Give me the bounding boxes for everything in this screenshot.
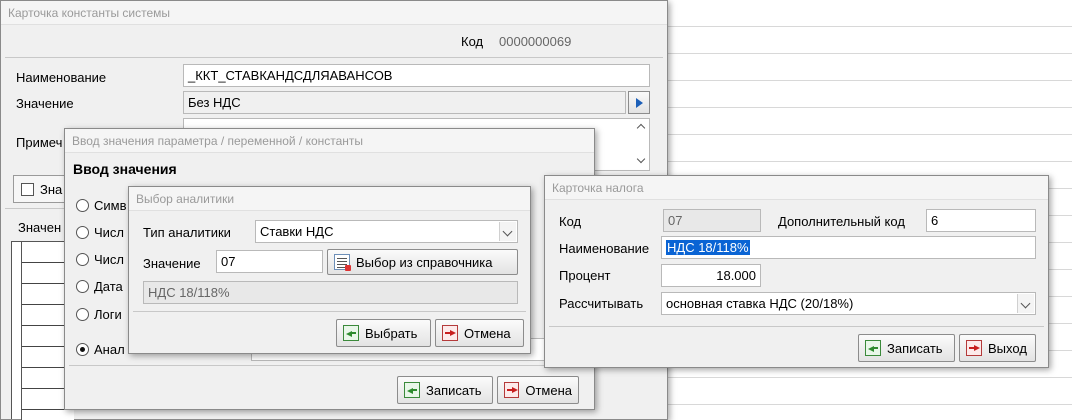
tax-save-button[interactable]: Записать	[858, 334, 955, 362]
tax-name-selected-text: НДС 18/118%	[666, 240, 750, 255]
tax-code-field: 07	[663, 209, 761, 232]
radio-option-1-label: Симв	[94, 198, 127, 213]
tax-card-title: Карточка налога	[545, 176, 1048, 200]
chevron-down-icon[interactable]	[499, 222, 516, 241]
analytics-dialog-separator	[133, 311, 526, 312]
radio-option-5[interactable]	[76, 308, 89, 321]
calc-value: основная ставка НДС (20/18%)	[666, 296, 854, 311]
value-field[interactable]: Без НДС	[183, 91, 626, 114]
analytics-value-label: Значение	[143, 256, 201, 271]
arrow-right-icon	[636, 98, 643, 108]
tax-exit-button[interactable]: Выход	[959, 334, 1036, 362]
param-save-label: Записать	[426, 382, 482, 398]
tax-name-label: Наименование	[559, 241, 650, 256]
extra-code-label: Дополнительный код	[778, 214, 905, 229]
pick-from-directory-button[interactable]: Выбор из справочника	[327, 249, 518, 275]
tax-save-label: Записать	[887, 340, 943, 356]
radio-option-2-label: Числ	[94, 225, 125, 240]
directory-list-icon	[334, 254, 351, 271]
radio-option-4-label: Дата	[94, 279, 123, 294]
percent-field[interactable]: 18.000	[661, 264, 761, 287]
analytics-type-label: Тип аналитики	[143, 225, 231, 240]
select-icon	[343, 325, 359, 341]
analytics-dialog-title: Выбор аналитики	[129, 187, 530, 211]
cancel-icon	[504, 382, 520, 398]
save-icon	[404, 382, 420, 398]
header-separator	[5, 57, 663, 58]
calc-label: Рассчитывать	[559, 296, 644, 311]
param-save-button[interactable]: Записать	[397, 376, 493, 404]
radio-option-4[interactable]	[76, 280, 89, 293]
name-field[interactable]: _ККТ_СТАВКАНДСДЛЯАВАНСОВ	[183, 64, 650, 87]
table-row-indicator-column	[12, 242, 22, 420]
param-dialog-title: Ввод значения параметра / переменной / к…	[65, 129, 594, 153]
radio-option-6-label: Анал	[94, 342, 125, 357]
chevron-down-icon[interactable]	[1017, 294, 1034, 313]
radio-option-6[interactable]	[76, 343, 89, 356]
tax-name-field[interactable]: НДС 18/118%	[661, 236, 1036, 259]
radio-option-3[interactable]	[76, 253, 89, 266]
extra-code-field[interactable]: 6	[926, 209, 1036, 232]
analytics-select-dialog: Выбор аналитики Тип аналитики Ставки НДС…	[128, 186, 531, 354]
tax-code-label: Код	[559, 214, 582, 229]
option-checkbox[interactable]	[21, 183, 34, 196]
radio-option-5-label: Логи	[94, 307, 122, 322]
analytics-select-button[interactable]: Выбрать	[336, 319, 431, 347]
param-dialog-separator	[69, 365, 590, 366]
percent-label: Процент	[559, 268, 611, 283]
analytics-description: НДС 18/118%	[143, 281, 518, 304]
tax-exit-label: Выход	[988, 340, 1027, 356]
pick-from-directory-label: Выбор из справочника	[356, 254, 493, 270]
constant-card-title: Карточка константы системы	[1, 1, 667, 25]
radio-option-2[interactable]	[76, 226, 89, 239]
note-label: Примеч	[16, 135, 63, 150]
radio-option-3-label: Числ	[94, 252, 125, 267]
exit-icon	[966, 340, 982, 356]
analytics-select-label: Выбрать	[365, 325, 418, 341]
analytics-cancel-label: Отмена	[464, 325, 511, 341]
analytics-type-value: Ставки НДС	[260, 224, 334, 239]
param-cancel-label: Отмена	[525, 382, 572, 398]
scroll-up-icon[interactable]	[636, 123, 646, 133]
tax-card-separator	[549, 326, 1044, 327]
scroll-down-icon[interactable]	[636, 154, 646, 164]
save-icon	[865, 340, 881, 356]
radio-option-1[interactable]	[76, 199, 89, 212]
calc-combo[interactable]: основная ставка НДС (20/18%)	[661, 292, 1036, 315]
values-label: Значен	[18, 220, 62, 235]
analytics-type-combo[interactable]: Ставки НДС	[255, 220, 518, 243]
option-checkbox-label: Зна	[40, 182, 63, 197]
value-label: Значение	[16, 96, 74, 111]
name-label: Наименование	[16, 70, 107, 85]
cancel-icon	[442, 325, 458, 341]
analytics-cancel-button[interactable]: Отмена	[435, 319, 524, 347]
tax-card-window: Карточка налога Код 07 Дополнительный ко…	[544, 175, 1049, 368]
param-dialog-heading: Ввод значения	[73, 161, 177, 177]
value-select-button[interactable]	[628, 91, 650, 114]
param-cancel-button[interactable]: Отмена	[497, 376, 579, 404]
code-value: 0000000069	[499, 34, 572, 49]
code-label: Код	[461, 34, 484, 49]
analytics-code-input[interactable]: 07	[216, 250, 323, 273]
